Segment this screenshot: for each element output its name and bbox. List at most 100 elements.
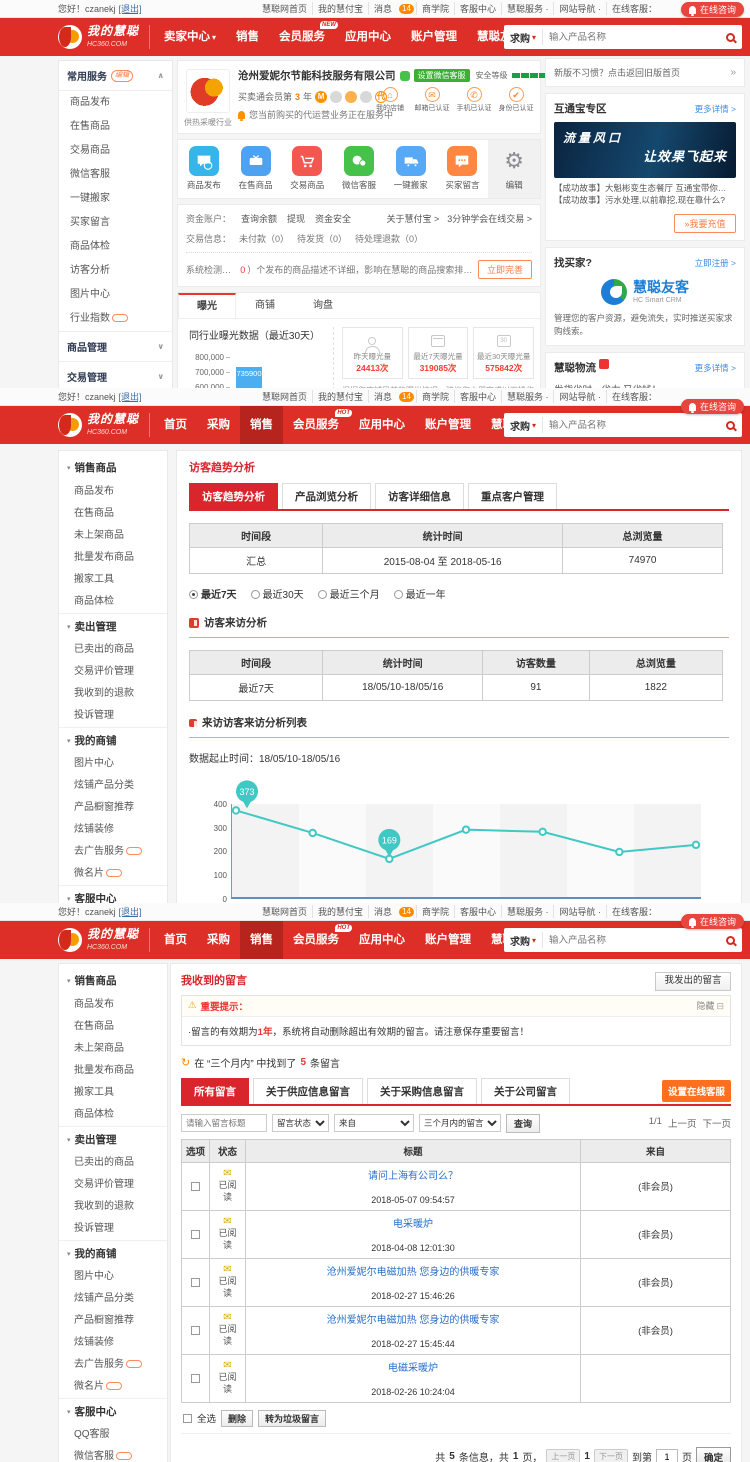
topbar-link-school[interactable]: 商学院 <box>416 2 454 15</box>
sidebar-item[interactable]: 微名片 <box>59 1376 167 1398</box>
topbar-link-messages[interactable]: 消息 <box>368 390 397 403</box>
old-version-card[interactable]: 新版不习惯？点击返回旧版首页 » <box>545 58 745 87</box>
sent-messages-button[interactable]: 我发出的留言 <box>655 972 731 991</box>
quick-trade[interactable]: 交易商品 <box>281 140 333 198</box>
nav-purchase[interactable]: 采购 <box>197 921 240 959</box>
radio-last3months[interactable]: 最近三个月 <box>318 586 380 601</box>
about-huifubao-link[interactable]: 关于慧付宝 > <box>386 212 439 225</box>
tab-company-messages[interactable]: 关于公司留言 <box>481 1078 570 1104</box>
sidebar-item-pictures[interactable]: 图片中心 <box>59 283 172 307</box>
confirm-button[interactable]: 确定 <box>696 1447 731 1462</box>
sidebar-item[interactable]: 投诉管理 <box>59 705 167 727</box>
topbar-link-pay[interactable]: 我的慧付宝 <box>312 2 368 15</box>
setup-online-service-button[interactable]: 设置在线客服 <box>662 1080 731 1102</box>
sidebar-group-service[interactable]: 客服中心 <box>59 885 167 903</box>
sidebar-item-move[interactable]: 一键搬家 <box>59 187 172 211</box>
sidebar-item-visitor[interactable]: 访客分析 <box>59 259 172 283</box>
nav-account[interactable]: 账户管理 <box>401 18 467 56</box>
sidebar-item-wechat[interactable]: 微信客服 <box>59 1446 167 1462</box>
toship-link[interactable]: 待发货（0） <box>297 232 347 245</box>
recharge-button[interactable]: »我要充值 <box>674 214 736 233</box>
topbar-link-hcservice[interactable]: 慧聪服务 · <box>501 2 554 15</box>
prev-page-link[interactable]: 上一页 <box>668 1116 697 1130</box>
sidebar-group-sold[interactable]: 卖出管理 <box>59 1126 167 1152</box>
topbar-link-service[interactable]: 客服中心 <box>454 2 501 15</box>
search-button[interactable] <box>718 936 742 945</box>
tab-product-views[interactable]: 产品浏览分析 <box>282 483 371 509</box>
email-verified[interactable]: 邮箱已认证 <box>412 87 452 113</box>
sidebar-item-publish[interactable]: 商品发布 <box>59 91 172 115</box>
story-link[interactable]: 【成功故事】大魁彬变生态餐厅 互通宝带你… <box>554 183 726 193</box>
tab-exposure[interactable]: 曝光 <box>178 293 236 318</box>
message-title-input[interactable] <box>181 1114 267 1132</box>
topbar-link-school[interactable]: 商学院 <box>416 905 454 918</box>
sidebar-item[interactable]: 已卖出的商品 <box>59 639 167 661</box>
sidebar-item[interactable]: 已卖出的商品 <box>59 1152 167 1174</box>
sidebar-item[interactable]: 搬家工具 <box>59 1082 167 1104</box>
logout-link[interactable]: [退出] <box>119 905 142 918</box>
nav-membership[interactable]: 会员服务HOT <box>283 921 349 959</box>
brand-logo[interactable]: 我的慧聪HC360.COM <box>58 413 150 437</box>
nav-apps[interactable]: 应用中心 <box>349 921 415 959</box>
unpaid-link[interactable]: 未付款（0） <box>239 232 289 245</box>
row-checkbox[interactable] <box>191 1182 200 1191</box>
next-page-button[interactable]: 下一页 <box>594 1449 628 1462</box>
nav-membership[interactable]: 会员服务HOT <box>283 406 349 444</box>
sidebar-item[interactable]: 我收到的退款 <box>59 683 167 705</box>
sidebar-item[interactable]: 去广告服务 <box>59 841 167 863</box>
message-title-link[interactable]: 电磁采暖炉 <box>248 1359 578 1374</box>
nav-account[interactable]: 账户管理 <box>415 921 481 959</box>
topbar-link-hcservice[interactable]: 慧聪服务 · <box>501 390 554 403</box>
learn-trade-link[interactable]: 3分钟学会在线交易 > <box>447 212 532 225</box>
old-version-link[interactable]: 新版不习惯？点击返回旧版首页 <box>554 66 680 79</box>
topbar-link-sitemap[interactable]: 网站导航 · <box>553 905 606 918</box>
search-button[interactable] <box>718 33 742 42</box>
message-title-link[interactable]: 沧州爱妮尔电磁加热 您身边的供暖专家 <box>248 1263 578 1278</box>
topbar-link-pay[interactable]: 我的慧付宝 <box>312 390 368 403</box>
nav-home[interactable]: 首页 <box>154 406 197 444</box>
sidebar-item[interactable]: 商品体检 <box>59 591 167 613</box>
quick-buyer-msg[interactable]: 买家留言 <box>437 140 489 198</box>
sidebar-item-buyer-msg[interactable]: 买家留言 <box>59 211 172 235</box>
sidebar-item[interactable]: 未上架商品 <box>59 1038 167 1060</box>
from-select[interactable]: 来自 <box>334 1114 414 1132</box>
sidebar-item-wechat[interactable]: 微信客服 <box>59 163 172 187</box>
sidebar-item[interactable]: 炫铺产品分类 <box>59 775 167 797</box>
sidebar-item-qq[interactable]: QQ客服 <box>59 1424 167 1446</box>
search-input[interactable] <box>543 420 718 431</box>
message-count-badge[interactable]: 14 <box>399 392 414 402</box>
radio-lastyear[interactable]: 最近一年 <box>394 586 446 601</box>
sidebar-group-shop[interactable]: 我的商铺 <box>59 727 167 753</box>
topbar-link-sitemap[interactable]: 网站导航 · <box>553 2 606 15</box>
sidebar-item[interactable]: 交易评价管理 <box>59 661 167 683</box>
promo-banner[interactable]: 流量风口 让效果飞起来 <box>554 122 736 178</box>
sidebar-item-trade[interactable]: 交易商品 <box>59 139 172 163</box>
nav-seller-center[interactable]: 卖家中心 <box>154 18 226 57</box>
nav-sales[interactable]: 销售 <box>240 406 283 444</box>
topbar-link-home[interactable]: 慧聪网首页 <box>257 2 312 15</box>
nav-account[interactable]: 账户管理 <box>415 406 481 444</box>
topbar-link-service[interactable]: 客服中心 <box>454 390 501 403</box>
range-select[interactable]: 三个月内的留言 <box>419 1114 501 1132</box>
sidebar-item[interactable]: 图片中心 <box>59 1266 167 1288</box>
tab-supply-messages[interactable]: 关于供应信息留言 <box>253 1078 363 1104</box>
sidebar-group-shop[interactable]: 我的商铺 <box>59 1240 167 1266</box>
sidebar-group-trades[interactable]: 交易管理 <box>59 361 172 388</box>
brand-logo[interactable]: 我的慧聪HC360.COM <box>58 928 150 952</box>
search-category-select[interactable]: 求购 <box>504 29 543 45</box>
sidebar-item[interactable]: 炫铺装修 <box>59 819 167 841</box>
topbar-link-service[interactable]: 客服中心 <box>454 905 501 918</box>
quick-edit[interactable]: ⚙ 编辑 <box>488 140 540 198</box>
topbar-link-sitemap[interactable]: 网站导航 · <box>553 390 606 403</box>
quick-onsale[interactable]: 在售商品 <box>230 140 282 198</box>
fix-now-button[interactable]: 立即完善 <box>478 260 532 279</box>
sidebar-item[interactable]: 我收到的退款 <box>59 1196 167 1218</box>
sidebar-item[interactable]: 搬家工具 <box>59 569 167 591</box>
check-balance-link[interactable]: 查询余额 <box>241 212 277 225</box>
goto-page-input[interactable] <box>656 1449 678 1462</box>
topbar-link-messages[interactable]: 消息 <box>368 2 397 15</box>
sidebar-item[interactable]: 图片中心 <box>59 753 167 775</box>
radio-last7days[interactable]: 最近7天 <box>189 586 237 601</box>
sidebar-item[interactable]: 炫铺装修 <box>59 1332 167 1354</box>
topbar-link-home[interactable]: 慧聪网首页 <box>257 905 312 918</box>
